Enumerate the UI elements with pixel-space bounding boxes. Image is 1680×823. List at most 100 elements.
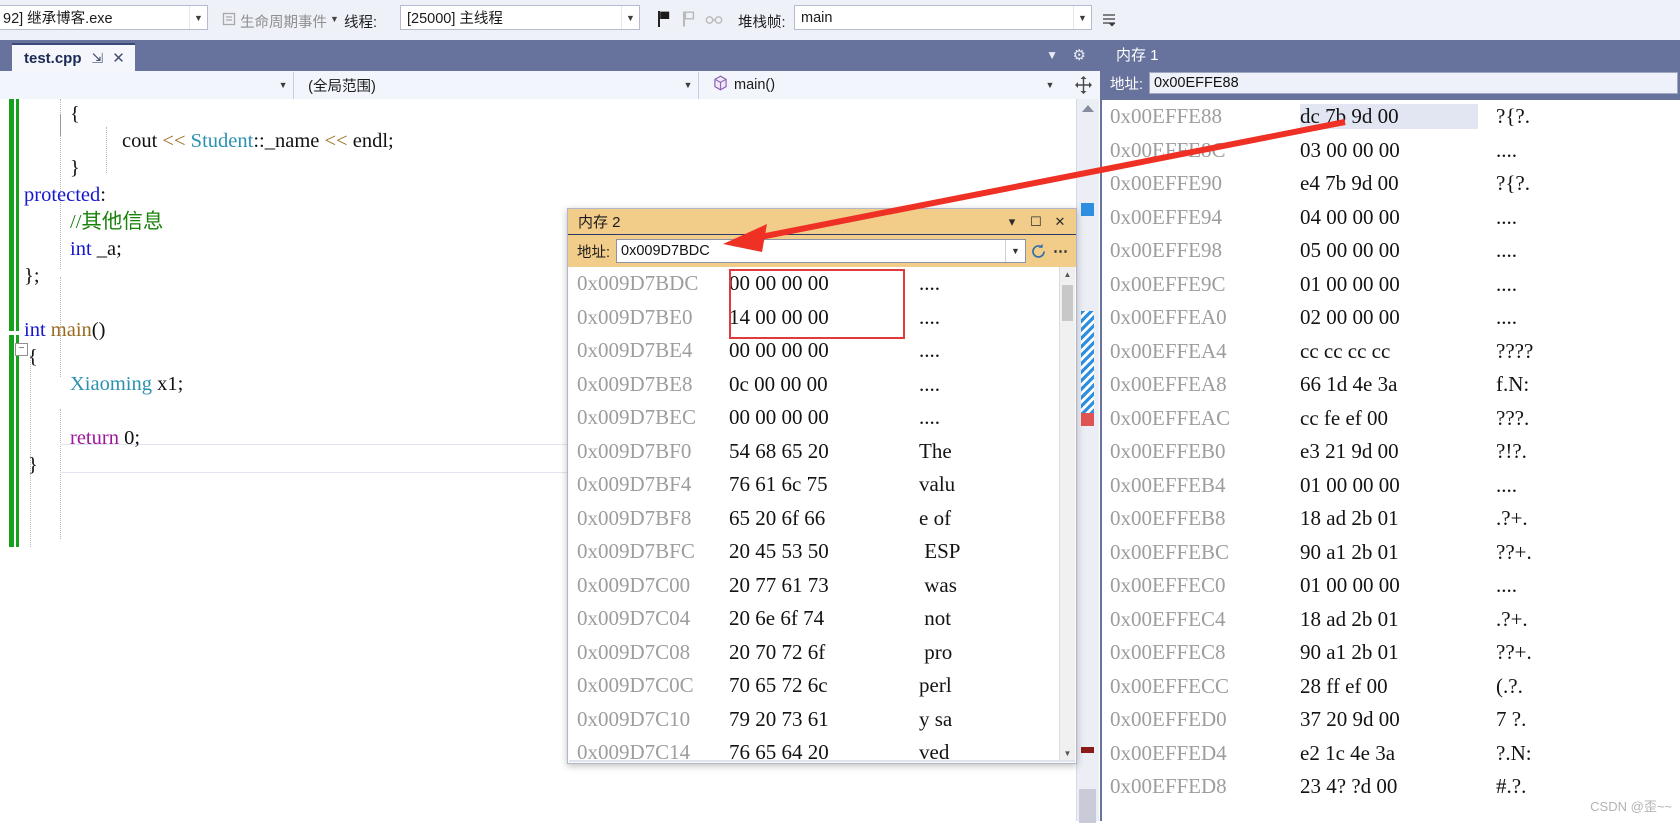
- fold-collapse-icon-2[interactable]: [60, 114, 61, 136]
- memory-row-hex[interactable]: 18 ad 2b 01: [1300, 607, 1478, 632]
- fold-collapse-icon[interactable]: −: [15, 343, 28, 356]
- memory-row-hex[interactable]: 54 68 65 20: [729, 439, 899, 464]
- memory-row-hex[interactable]: 20 77 61 73: [729, 573, 899, 598]
- memory-row-hex[interactable]: dc 7b 9d 00: [1300, 104, 1478, 130]
- global-scope-combo[interactable]: (全局范围) ▼: [294, 71, 699, 99]
- memory-2-address-input[interactable]: [617, 240, 1005, 262]
- memory-row-hex[interactable]: 90 a1 2b 01: [1300, 540, 1478, 565]
- memory-row[interactable]: 0x00EFFE98 05 00 00 00....: [1102, 234, 1680, 268]
- pin-icon[interactable]: ⇲: [92, 50, 104, 67]
- threads-icon[interactable]: [678, 8, 700, 30]
- memory-2-window[interactable]: 内存 2 ▾ ☐ ✕ 地址: ▼ ⋯ 0x009D7BDC 00 00 00 00…: [567, 208, 1077, 764]
- memory-row[interactable]: 0x00EFFE90 e4 7b 9d 00 ?{?.: [1102, 167, 1680, 201]
- memory-row-hex[interactable]: 14 00 00 00: [729, 305, 899, 330]
- memory-row-hex[interactable]: cc cc cc cc: [1300, 339, 1478, 364]
- scroll-thumb[interactable]: [1062, 285, 1073, 321]
- split-editor-icon[interactable]: [1072, 74, 1094, 96]
- memory-row[interactable]: 0x009D7C10 79 20 73 61 y sa: [569, 703, 1061, 737]
- gear-icon[interactable]: ⚙: [1073, 46, 1086, 64]
- memory-row-hex[interactable]: 90 a1 2b 01: [1300, 640, 1478, 665]
- memory-row[interactable]: 0x00EFFEC0 01 00 00 00....: [1102, 569, 1680, 603]
- scroll-up-icon[interactable]: [1082, 105, 1094, 112]
- link-icon[interactable]: [703, 9, 725, 31]
- memory-row[interactable]: 0x00EFFE88 dc 7b 9d 00 ?{?.: [1102, 100, 1680, 134]
- chevron-down-icon[interactable]: ▼: [273, 80, 293, 90]
- memory-row-hex[interactable]: 00 00 00 00: [729, 338, 899, 363]
- memory-row-hex[interactable]: 20 70 72 6f: [729, 640, 899, 665]
- memory-row[interactable]: 0x009D7BE0 14 00 00 00....: [569, 301, 1061, 335]
- memory-row[interactable]: 0x00EFFEA8 66 1d 4e 3a f.N:: [1102, 368, 1680, 402]
- memory-row-hex[interactable]: 00 00 00 00: [729, 271, 899, 296]
- memory-row[interactable]: 0x009D7BF8 65 20 6f 66 e of: [569, 502, 1061, 536]
- lifecycle-icon[interactable]: [218, 8, 240, 30]
- refresh-icon[interactable]: [1026, 239, 1051, 264]
- memory-row-hex[interactable]: 66 1d 4e 3a: [1300, 372, 1478, 397]
- scroll-down-icon[interactable]: ▼: [1060, 746, 1075, 761]
- member-combo[interactable]: main() ▼: [699, 72, 1100, 99]
- memory-row[interactable]: 0x00EFFED0 37 20 9d 00 7 ?.: [1102, 703, 1680, 737]
- memory-row-hex[interactable]: 23 4? ?d 00: [1300, 774, 1478, 799]
- stackframe-combo[interactable]: main ▼: [794, 5, 1092, 30]
- overflow-icon[interactable]: [1098, 8, 1120, 30]
- memory-row-hex[interactable]: 0c 00 00 00: [729, 372, 899, 397]
- process-combo[interactable]: 92] 继承博客.exe ▼: [0, 5, 208, 30]
- memory-row[interactable]: 0x009D7C08 20 70 72 6f pro: [569, 636, 1061, 670]
- chevron-down-icon[interactable]: ▼: [1040, 80, 1060, 90]
- chevron-down-icon[interactable]: ▼: [1005, 240, 1025, 262]
- memory-row[interactable]: 0x00EFFEB8 18 ad 2b 01 .?+.: [1102, 502, 1680, 536]
- memory-row-hex[interactable]: 76 65 64 20: [729, 740, 899, 761]
- memory-1-rows[interactable]: 0x00EFFE88 dc 7b 9d 00 ?{?. 0x00EFFE8C 03 00…: [1102, 100, 1680, 821]
- memory-row[interactable]: 0x00EFFE8C 03 00 00 00....: [1102, 134, 1680, 168]
- tab-test-cpp[interactable]: test.cpp ⇲ ✕: [12, 43, 135, 71]
- memory-row[interactable]: 0x00EFFEA4 cc cc cc cc????: [1102, 335, 1680, 369]
- memory-row-hex[interactable]: 28 ff ef 00: [1300, 674, 1478, 699]
- memory-row-hex[interactable]: 01 00 00 00: [1300, 473, 1478, 498]
- close-icon[interactable]: ✕: [1048, 211, 1072, 233]
- scope-combo[interactable]: ▼: [0, 71, 295, 99]
- memory-row[interactable]: 0x00EFFEAC cc fe ef 00???.: [1102, 402, 1680, 436]
- memory-row-hex[interactable]: e3 21 9d 00: [1300, 439, 1478, 464]
- lifecycle-chevron-icon[interactable]: ▼: [330, 14, 339, 24]
- chevron-down-icon[interactable]: ▼: [189, 6, 207, 29]
- editor-scroll-markers[interactable]: [1076, 99, 1099, 823]
- maximize-icon[interactable]: ☐: [1024, 211, 1048, 233]
- tab-list-chevron-icon[interactable]: ▼: [1046, 48, 1058, 62]
- memory-row-hex[interactable]: 70 65 72 6c: [729, 673, 899, 698]
- memory-2-rows[interactable]: 0x009D7BDC 00 00 00 00.... 0x009D7BE0 14 00…: [569, 267, 1061, 761]
- memory-row-hex[interactable]: cc fe ef 00: [1300, 406, 1478, 431]
- memory-row-hex[interactable]: e2 1c 4e 3a: [1300, 741, 1478, 766]
- memory-row[interactable]: 0x00EFFEC4 18 ad 2b 01 .?+.: [1102, 603, 1680, 637]
- overflow-icon[interactable]: ⋯: [1051, 242, 1071, 260]
- memory-row[interactable]: 0x009D7C14 76 65 64 20 ved: [569, 736, 1061, 761]
- chevron-down-icon[interactable]: ▼: [1073, 6, 1091, 29]
- memory-row-hex[interactable]: 05 00 00 00: [1300, 238, 1478, 263]
- memory-row[interactable]: 0x00EFFED4 e2 1c 4e 3a ?.N:: [1102, 737, 1680, 771]
- memory-row[interactable]: 0x009D7BFC 20 45 53 50 ESP: [569, 535, 1061, 569]
- memory-row[interactable]: 0x00EFFE94 04 00 00 00....: [1102, 201, 1680, 235]
- memory-1-address-input[interactable]: [1149, 72, 1678, 94]
- thread-combo[interactable]: [25000] 主线程 ▼: [400, 5, 640, 30]
- memory-row[interactable]: 0x009D7C04 20 6e 6f 74 not: [569, 602, 1061, 636]
- memory-row[interactable]: 0x00EFFE9C 01 00 00 00....: [1102, 268, 1680, 302]
- memory-row[interactable]: 0x009D7BF0 54 68 65 20 The: [569, 435, 1061, 469]
- memory-2-titlebar[interactable]: 内存 2 ▾ ☐ ✕: [568, 209, 1076, 235]
- memory-row-hex[interactable]: e4 7b 9d 00: [1300, 171, 1478, 196]
- chevron-down-icon[interactable]: ▾: [1000, 211, 1024, 233]
- memory-row-hex[interactable]: 79 20 73 61: [729, 707, 899, 732]
- memory-row-hex[interactable]: 65 20 6f 66: [729, 506, 899, 531]
- memory-row[interactable]: 0x00EFFEC8 90 a1 2b 01 ??+.: [1102, 636, 1680, 670]
- memory-row[interactable]: 0x009D7BEC 00 00 00 00....: [569, 401, 1061, 435]
- memory-row-hex[interactable]: 01 00 00 00: [1300, 573, 1478, 598]
- memory-row[interactable]: 0x00EFFEB4 01 00 00 00....: [1102, 469, 1680, 503]
- chevron-down-icon[interactable]: ▼: [678, 80, 698, 90]
- scroll-up-icon[interactable]: ▲: [1060, 267, 1075, 282]
- memory-row[interactable]: 0x009D7BE4 00 00 00 00....: [569, 334, 1061, 368]
- marker-striped[interactable]: [1081, 311, 1094, 413]
- memory-row[interactable]: 0x009D7C00 20 77 61 73 was: [569, 569, 1061, 603]
- memory-row-hex[interactable]: 18 ad 2b 01: [1300, 506, 1478, 531]
- memory-row[interactable]: 0x00EFFEA0 02 00 00 00....: [1102, 301, 1680, 335]
- memory-row-hex[interactable]: 37 20 9d 00: [1300, 707, 1478, 732]
- memory-row[interactable]: 0x00EFFECC 28 ff ef 00 (.?.: [1102, 670, 1680, 704]
- memory-row-hex[interactable]: 20 6e 6f 74: [729, 606, 899, 631]
- flag-icon[interactable]: [653, 8, 675, 30]
